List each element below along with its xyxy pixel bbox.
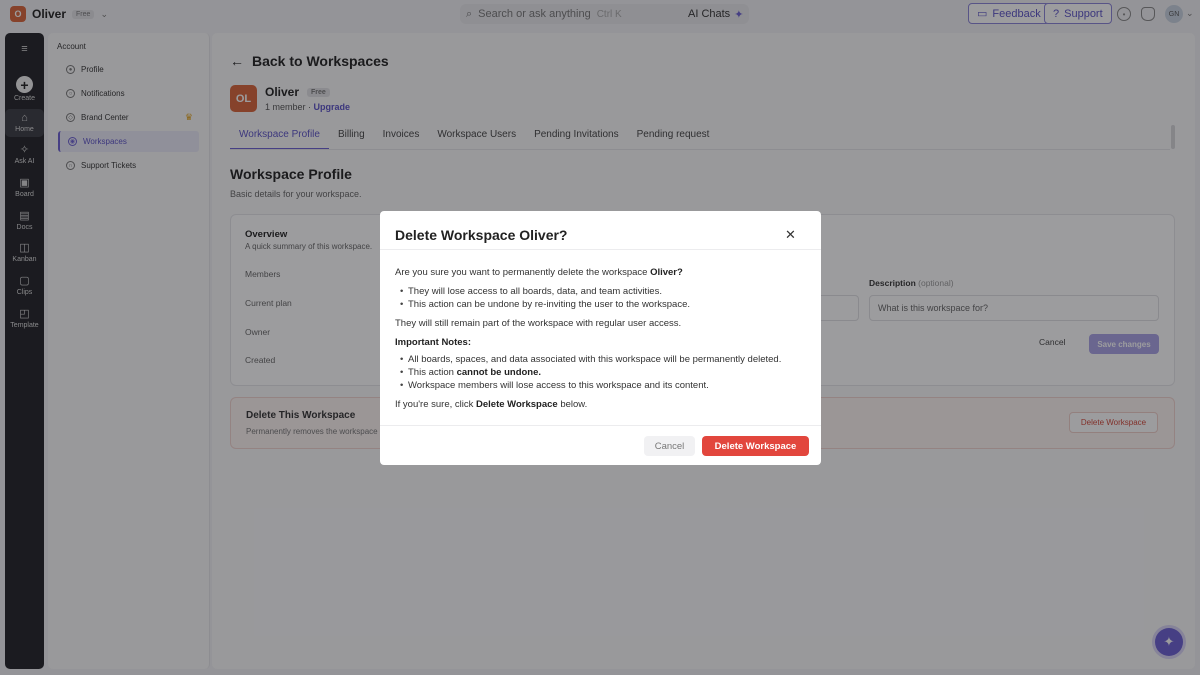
divider <box>380 249 821 250</box>
note-emphasis: cannot be undone. <box>456 367 542 378</box>
notes-heading: Important Notes: <box>395 337 471 348</box>
confirm-emphasis: Delete Workspace <box>476 399 558 410</box>
dialog-intro: Are you sure you want to permanently del… <box>395 266 809 279</box>
list-item: They will lose access to all boards, dat… <box>400 285 809 298</box>
confirm-delete-button[interactable]: Delete Workspace <box>702 436 809 456</box>
close-icon[interactable]: ✕ <box>785 227 796 243</box>
remain-text: They will still remain part of the works… <box>395 318 682 329</box>
dialog-title: Delete Workspace Oliver? <box>395 227 568 243</box>
dialog-body: Are you sure you want to permanently del… <box>395 266 809 417</box>
cancel-button[interactable]: Cancel <box>644 436 695 456</box>
intro-workspace-name: Oliver? <box>650 267 683 278</box>
list-item: All boards, spaces, and data associated … <box>400 353 809 366</box>
delete-workspace-dialog: Delete Workspace Oliver? ✕ Are you sure … <box>380 211 821 465</box>
list-item: This action can be undone by re-inviting… <box>400 298 809 311</box>
notes-list: All boards, spaces, and data associated … <box>400 353 809 392</box>
consequence-list: They will lose access to all boards, dat… <box>400 285 809 311</box>
intro-text: Are you sure you want to permanently del… <box>395 267 648 278</box>
confirm-text: If you're sure, click Delete Workspace b… <box>395 398 809 411</box>
list-item: Workspace members will lose access to th… <box>400 379 809 392</box>
divider <box>380 425 821 426</box>
confirm-prefix: If you're sure, click <box>395 399 474 410</box>
note-text: This action <box>408 367 454 378</box>
list-item: This action cannot be undone. <box>400 366 809 379</box>
confirm-suffix: below. <box>560 399 588 410</box>
